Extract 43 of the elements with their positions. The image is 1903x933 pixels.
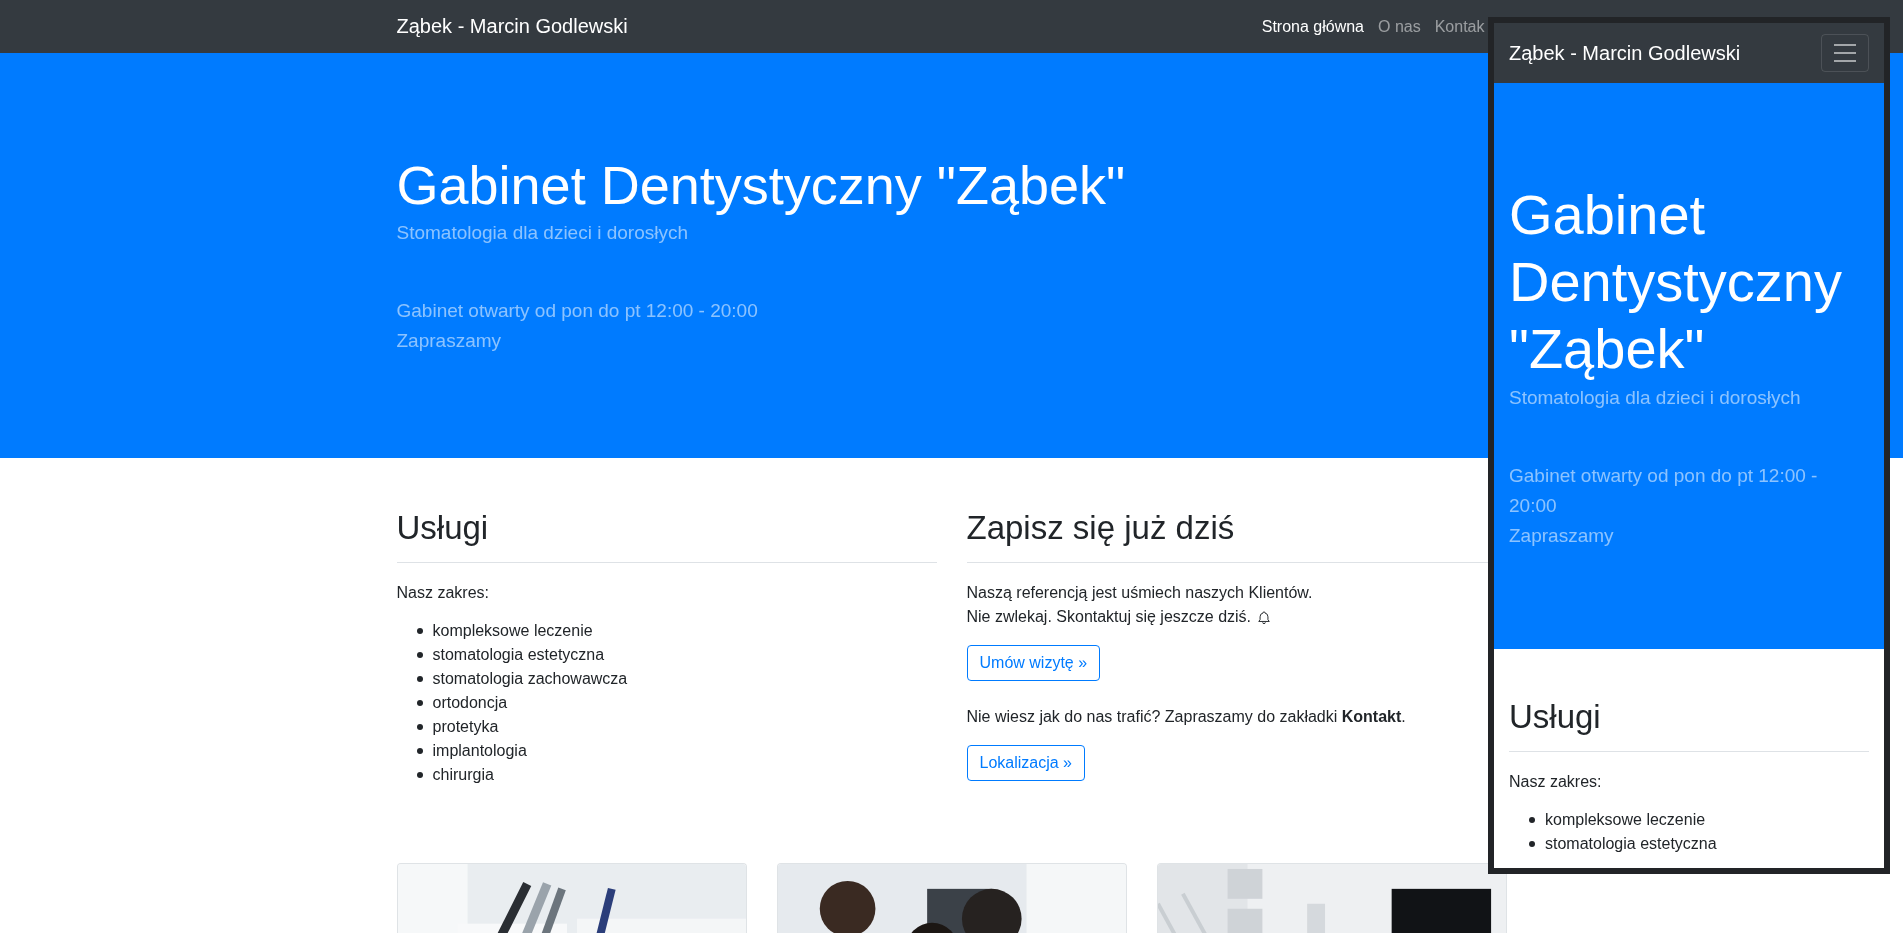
nav-link[interactable]: Strona główna [1261, 17, 1364, 36]
paragraph-text: Naszą referencją jest uśmiech naszych Klientów. [966, 583, 1313, 603]
hero-subtitle: Stomatologia dla dzieci i dorosłych [396, 221, 689, 244]
bullet-icon [416, 652, 423, 658]
invitation-text: Zapraszamy [396, 328, 503, 353]
location-button[interactable]: Lokalizacja » [966, 745, 1085, 781]
service-item: chirurgia [432, 765, 494, 785]
bell-icon [1257, 609, 1272, 625]
service-item: kompleksowe leczenie [1545, 810, 1706, 830]
bullet-icon [416, 748, 423, 754]
section-heading: Usługi [396, 508, 490, 548]
bullet-icon [416, 700, 423, 706]
service-item: ortodoncja [432, 693, 508, 713]
bullet-icon [416, 676, 423, 682]
bullet-icon [416, 724, 423, 730]
bullet-icon [416, 772, 423, 778]
service-item: stomatologia zachowawcza [432, 669, 628, 689]
opening-hours: Gabinet otwarty od pon do pt 12:00 - 20:00 [1509, 463, 1819, 518]
paragraph-text: Nie zwlekaj. Skontaktuj się jeszcze dziś. [966, 607, 1252, 627]
opening-hours: Gabinet otwarty od pon do pt 12:00 - 20:00 [396, 298, 759, 323]
menu-button[interactable] [1821, 34, 1869, 72]
hero-subtitle: Stomatologia dla dzieci i dorosłych [1509, 386, 1802, 409]
brand-link[interactable]: Ząbek - Marcin Godlewski [396, 15, 628, 38]
service-item: implantologia [432, 741, 527, 761]
services-intro: Nasz zakres: [396, 583, 490, 603]
appointment-button[interactable]: Umów wizytę » [966, 645, 1101, 681]
service-item: stomatologia estetyczna [1545, 834, 1717, 854]
services-intro: Nasz zakres: [1509, 772, 1603, 792]
section-heading: Usługi [1509, 697, 1602, 737]
section-heading: Zapisz się już dziś [966, 508, 1236, 548]
nav-link[interactable]: Kontak [1434, 17, 1485, 36]
bullet-icon [1529, 841, 1535, 847]
nav-link[interactable]: O nas [1378, 17, 1421, 36]
service-item: stomatologia estetyczna [432, 645, 605, 665]
hero-title: Gabinet Dentystyczny "Ząbek" [1509, 182, 1843, 383]
hero-title: Gabinet Dentystyczny "Ząbek" [396, 154, 1127, 217]
service-item: protetyka [432, 717, 499, 737]
service-item: kompleksowe leczenie [432, 621, 593, 641]
bullet-icon [416, 628, 423, 634]
brand-link[interactable]: Ząbek - Marcin Godlewski [1509, 41, 1741, 65]
invitation-text: Zapraszamy [1509, 523, 1615, 548]
directions-text: Nie wiesz jak do nas trafić? Zapraszamy do zakładki Kontakt. [966, 707, 1407, 727]
bullet-icon [1529, 817, 1535, 823]
